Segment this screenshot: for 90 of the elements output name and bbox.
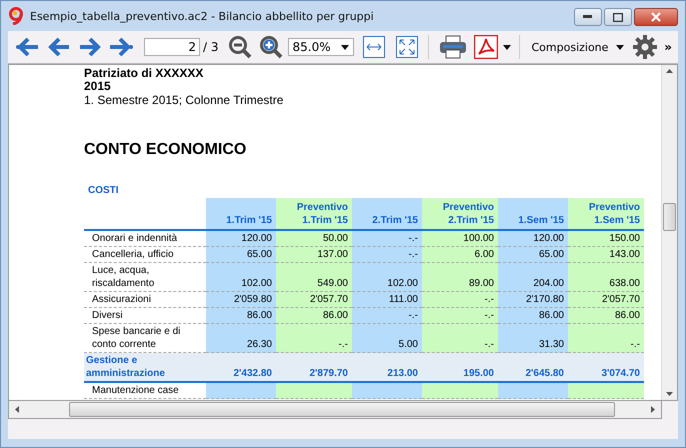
- row-label: Luce, acqua, riscaldamento: [92, 265, 154, 289]
- amount-cell: 111.00: [388, 294, 418, 305]
- amount-cell: 195.00: [463, 368, 494, 379]
- amount-cell: -.-: [484, 310, 494, 321]
- column-header: Preventivo 2.Trim '15: [422, 198, 498, 230]
- caret-icon: [616, 44, 624, 50]
- amount-cell: 2'879.70: [309, 368, 348, 379]
- amount-cell: 31.30: [538, 339, 564, 350]
- column-header: Preventivo 1.Trim '15: [276, 198, 352, 230]
- amount-cell: -.-: [408, 249, 418, 260]
- scroll-up-icon[interactable]: [666, 69, 673, 73]
- amount-cell: -.-: [630, 339, 640, 350]
- maximize-icon: [613, 12, 623, 22]
- row-label: Assicurazioni: [92, 294, 151, 305]
- section-title: COSTI: [87, 185, 120, 196]
- scroll-right-icon[interactable]: [651, 406, 655, 413]
- amount-cell: 86.00: [538, 310, 564, 321]
- more-button[interactable]: »: [664, 40, 672, 54]
- amount-cell: 150.00: [609, 233, 640, 244]
- amount-cell: 89.00: [468, 278, 494, 289]
- organization-name: Patriziato di XXXXXX: [84, 67, 204, 80]
- column-header: 2.Trim '15: [352, 198, 422, 230]
- amount-cell: 120.00: [241, 233, 272, 244]
- amount-cell: 86.00: [614, 310, 640, 321]
- amount-cell: 549.00: [317, 278, 348, 289]
- app-logo-icon: [8, 7, 24, 25]
- horizontal-scrollbar[interactable]: [8, 401, 662, 419]
- settings-icon[interactable]: [631, 35, 660, 59]
- amount-cell: 2'170.80: [526, 294, 564, 305]
- page-number-field[interactable]: 2: [144, 38, 200, 56]
- amount-cell: -.-: [484, 294, 494, 305]
- amount-cell: 86.00: [246, 310, 272, 321]
- row-label: Gestione e amministrazione: [86, 355, 165, 379]
- zoom-dropdown[interactable]: 85.0%: [288, 38, 354, 56]
- amount-cell: 26.30: [246, 339, 272, 350]
- amount-cell: 213.00: [387, 368, 418, 379]
- report-period: 1. Semestre 2015; Colonne Trimestre: [84, 93, 284, 107]
- amount-cell: 137.00: [317, 249, 348, 260]
- close-button[interactable]: [634, 8, 678, 26]
- pdf-icon[interactable]: [472, 35, 500, 59]
- row-label: Manutenzione case: [92, 385, 179, 396]
- layout-dropdown[interactable]: Composizione: [528, 40, 628, 54]
- amount-cell: -.-: [408, 310, 418, 321]
- minimize-icon: [583, 15, 593, 19]
- amount-cell: 102.00: [387, 278, 418, 289]
- amount-cell: 2'432.80: [233, 368, 272, 379]
- amount-cell: -.-: [338, 339, 348, 350]
- window-title: Esempio_tabella_preventivo.ac2 - Bilancio abbellito per gruppi: [30, 10, 374, 22]
- amount-cell: 5.00: [398, 339, 418, 350]
- fit-page-icon[interactable]: [394, 36, 420, 58]
- amount-cell: 65.00: [246, 249, 272, 260]
- amount-cell: 100.00: [463, 233, 494, 244]
- page-count: / 3: [203, 40, 218, 54]
- column-header: 1.Trim '15: [206, 198, 276, 230]
- amount-cell: 65.00: [538, 249, 564, 260]
- amount-cell: 120.00: [533, 233, 564, 244]
- caret-icon: [340, 44, 348, 50]
- amount-cell: 638.00: [609, 278, 640, 289]
- scroll-thumb[interactable]: [663, 203, 676, 231]
- report-heading: CONTO ECONOMICO: [84, 141, 248, 159]
- column-header: Preventivo 1.Sem '15: [568, 198, 644, 230]
- amount-cell: 143.00: [609, 249, 640, 260]
- row-label: Spese bancarie e di conto corrente: [92, 326, 180, 350]
- scroll-down-icon[interactable]: [666, 392, 673, 396]
- amount-cell: -.-: [484, 339, 494, 350]
- row-label: Onorari e indennità: [92, 233, 178, 244]
- amount-cell: 102.00: [241, 278, 272, 289]
- column-header: 1.Sem '15: [498, 198, 568, 230]
- vertical-scrollbar[interactable]: [661, 65, 677, 400]
- amount-cell: 2'057.70: [602, 294, 640, 305]
- last-page-icon[interactable]: [107, 36, 135, 58]
- minimize-button[interactable]: [574, 8, 602, 26]
- amount-cell: 2'645.80: [525, 368, 564, 379]
- fit-width-icon[interactable]: [360, 36, 386, 58]
- amount-cell: 3'074.70: [601, 368, 640, 379]
- amount-cell: 6.00: [474, 249, 494, 260]
- amount-cell: -.-: [408, 233, 418, 244]
- maximize-button[interactable]: [604, 8, 632, 26]
- amount-cell: 2'059.80: [234, 294, 272, 305]
- amount-cell: 204.00: [533, 278, 564, 289]
- amount-cell: 86.00: [322, 310, 348, 321]
- row-label: Cancelleria, ufficio: [92, 249, 174, 260]
- report-year: 2015: [84, 80, 112, 93]
- scroll-thumb[interactable]: [69, 402, 615, 417]
- amount-cell: 2'057.70: [310, 294, 348, 305]
- caret-icon[interactable]: [502, 44, 510, 50]
- row-label: Diversi: [92, 310, 123, 321]
- close-icon: [650, 12, 662, 22]
- scroll-left-icon[interactable]: [15, 406, 19, 413]
- amount-cell: 50.00: [322, 233, 348, 244]
